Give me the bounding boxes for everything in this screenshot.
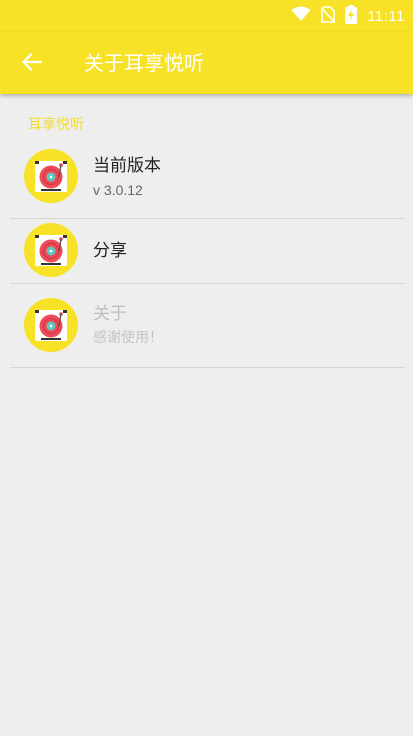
item-subtitle: v 3.0.12 [93, 182, 143, 198]
app-toolbar: 关于耳享悦听 [0, 32, 413, 94]
no-sim-icon [321, 5, 336, 27]
status-icons: 11:11 [291, 4, 405, 28]
list-item-version[interactable]: 当前版本 v 3.0.12 [0, 140, 413, 218]
turntable-icon [24, 149, 78, 203]
turntable-icon [24, 298, 78, 352]
back-button[interactable] [16, 48, 48, 80]
item-title: 分享 [93, 241, 127, 261]
status-time: 11:11 [367, 7, 405, 25]
list-item-about: 关于 感谢使用！ [0, 284, 413, 367]
page-title: 关于耳享悦听 [84, 51, 204, 75]
battery-charging-icon [345, 4, 358, 28]
arrow-back-icon [21, 52, 43, 75]
list-item-share[interactable]: 分享 [0, 219, 413, 283]
status-bar: 11:11 [0, 0, 413, 32]
item-title: 关于 [93, 304, 127, 324]
item-title: 当前版本 [93, 156, 161, 176]
item-subtitle: 感谢使用！ [93, 330, 163, 346]
divider [10, 367, 405, 368]
wifi-icon [291, 6, 311, 26]
section-title: 耳享悦听 [28, 117, 84, 133]
turntable-icon [24, 223, 78, 277]
